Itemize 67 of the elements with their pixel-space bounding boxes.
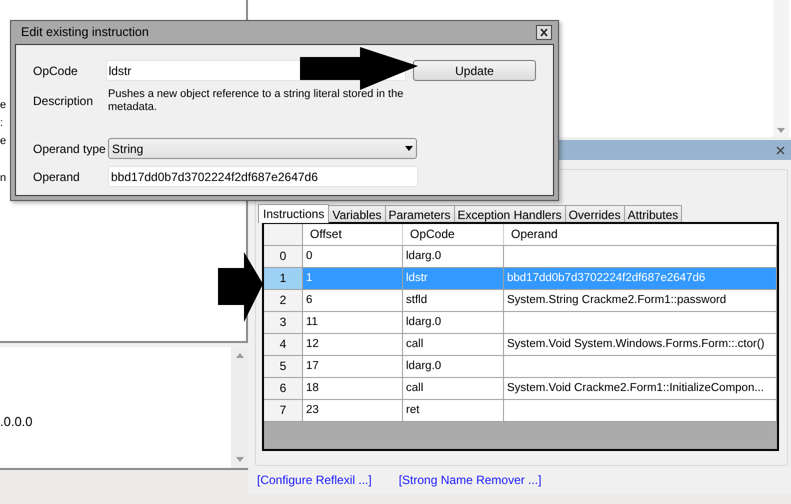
grid-row[interactable]: 0 0 ldarg.0: [264, 246, 777, 268]
table-cell: ldstr: [403, 268, 504, 289]
description-text: Pushes a new object reference to a string literal stored in the metadata.: [108, 88, 404, 115]
table-cell: 23: [303, 400, 403, 421]
update-button[interactable]: Update: [412, 60, 536, 81]
table-cell: 0: [303, 246, 403, 267]
partial-text: n: [0, 171, 6, 186]
row-header[interactable]: 6: [264, 378, 303, 399]
link[interactable]: [Configure Reflexil ...]: [257, 471, 372, 489]
description-label: Description: [33, 93, 94, 110]
table-cell: 12: [303, 334, 403, 355]
table-cell: ldarg.0: [403, 356, 504, 377]
scroll-down-icon[interactable]: [236, 457, 244, 462]
link[interactable]: [Strong Name Remover ...]: [398, 471, 542, 489]
opcode-label: OpCode: [33, 62, 79, 80]
tab[interactable]: Exception Handlers: [454, 205, 566, 222]
row-header[interactable]: 5: [264, 356, 303, 377]
table-cell: 6: [303, 290, 403, 311]
operand-type-label: Operand type: [33, 140, 107, 158]
grid-row[interactable]: 4 12 call System.Void System.Windows.Forms.Form::.ctor(): [264, 334, 777, 356]
column-header[interactable]: Offset: [303, 224, 403, 245]
operand-label: Operand: [33, 168, 81, 186]
row-header[interactable]: 4: [264, 334, 303, 355]
partial-text: e: [0, 134, 6, 149]
row-header[interactable]: 2: [264, 290, 303, 311]
table-cell: stfld: [403, 290, 504, 311]
row-header[interactable]: 1: [264, 268, 303, 289]
table-cell: ldarg.0: [403, 246, 504, 267]
grid-row[interactable]: 6 18 call System.Void Crackme2.Form1::InitializeCompon...: [264, 378, 777, 400]
scroll-up-icon[interactable]: [236, 353, 244, 358]
row-header[interactable]: 0: [264, 246, 303, 267]
table-cell: ret: [403, 400, 504, 421]
grid-row[interactable]: 3 11 ldarg.0: [264, 312, 777, 334]
table-cell: ldarg.0: [403, 312, 504, 333]
grid-row[interactable]: 1 1 ldstr bbd17dd0b7d3702224f2df687e2647d6: [264, 268, 777, 290]
close-icon[interactable]: [536, 25, 552, 40]
tab[interactable]: Attributes: [624, 205, 682, 222]
table-cell: System.Void System.Windows.Forms.Form::.ctor(): [504, 334, 777, 355]
table-cell: 18: [303, 378, 403, 399]
grid-row[interactable]: 7 23 ret: [264, 400, 777, 422]
partial-text: :: [0, 116, 4, 131]
table-cell: 11: [303, 312, 403, 333]
partial-text: e: [0, 98, 6, 113]
operand-type-dropdown[interactable]: String: [108, 138, 417, 159]
table-cell: System.String Crackme2.Form1::password: [504, 290, 777, 311]
operand-field[interactable]: bbd17dd0b7d3702224f2df687e2647d6: [108, 166, 418, 187]
dialog-title: Edit existing instruction: [21, 24, 149, 42]
version-text: .0.0.0: [0, 414, 33, 429]
tab[interactable]: Instructions: [258, 204, 330, 223]
grid-row[interactable]: 2 6 stfld System.String Crackme2.Form1::password: [264, 290, 777, 312]
row-header[interactable]: 3: [264, 312, 303, 333]
table-cell: bbd17dd0b7d3702224f2df687e2647d6: [504, 268, 777, 289]
dropdown-arrow-icon: [405, 146, 413, 151]
table-cell: 1: [303, 268, 403, 289]
row-header[interactable]: 7: [264, 400, 303, 421]
table-cell: call: [403, 334, 504, 355]
scroll-down-icon[interactable]: [777, 128, 785, 133]
tab[interactable]: Variables: [328, 205, 386, 222]
tab[interactable]: Overrides: [564, 205, 625, 222]
column-header[interactable]: OpCode: [403, 224, 504, 245]
scrollbar[interactable]: [773, 0, 789, 137]
table-cell: 17: [303, 356, 403, 377]
grid-row[interactable]: 5 17 ldarg.0: [264, 356, 777, 378]
table-cell: System.Void Crackme2.Form1::InitializeCompon...: [504, 378, 777, 399]
table-cell: call: [403, 378, 504, 399]
column-header[interactable]: Operand: [504, 224, 777, 245]
tab[interactable]: Parameters: [384, 205, 455, 222]
